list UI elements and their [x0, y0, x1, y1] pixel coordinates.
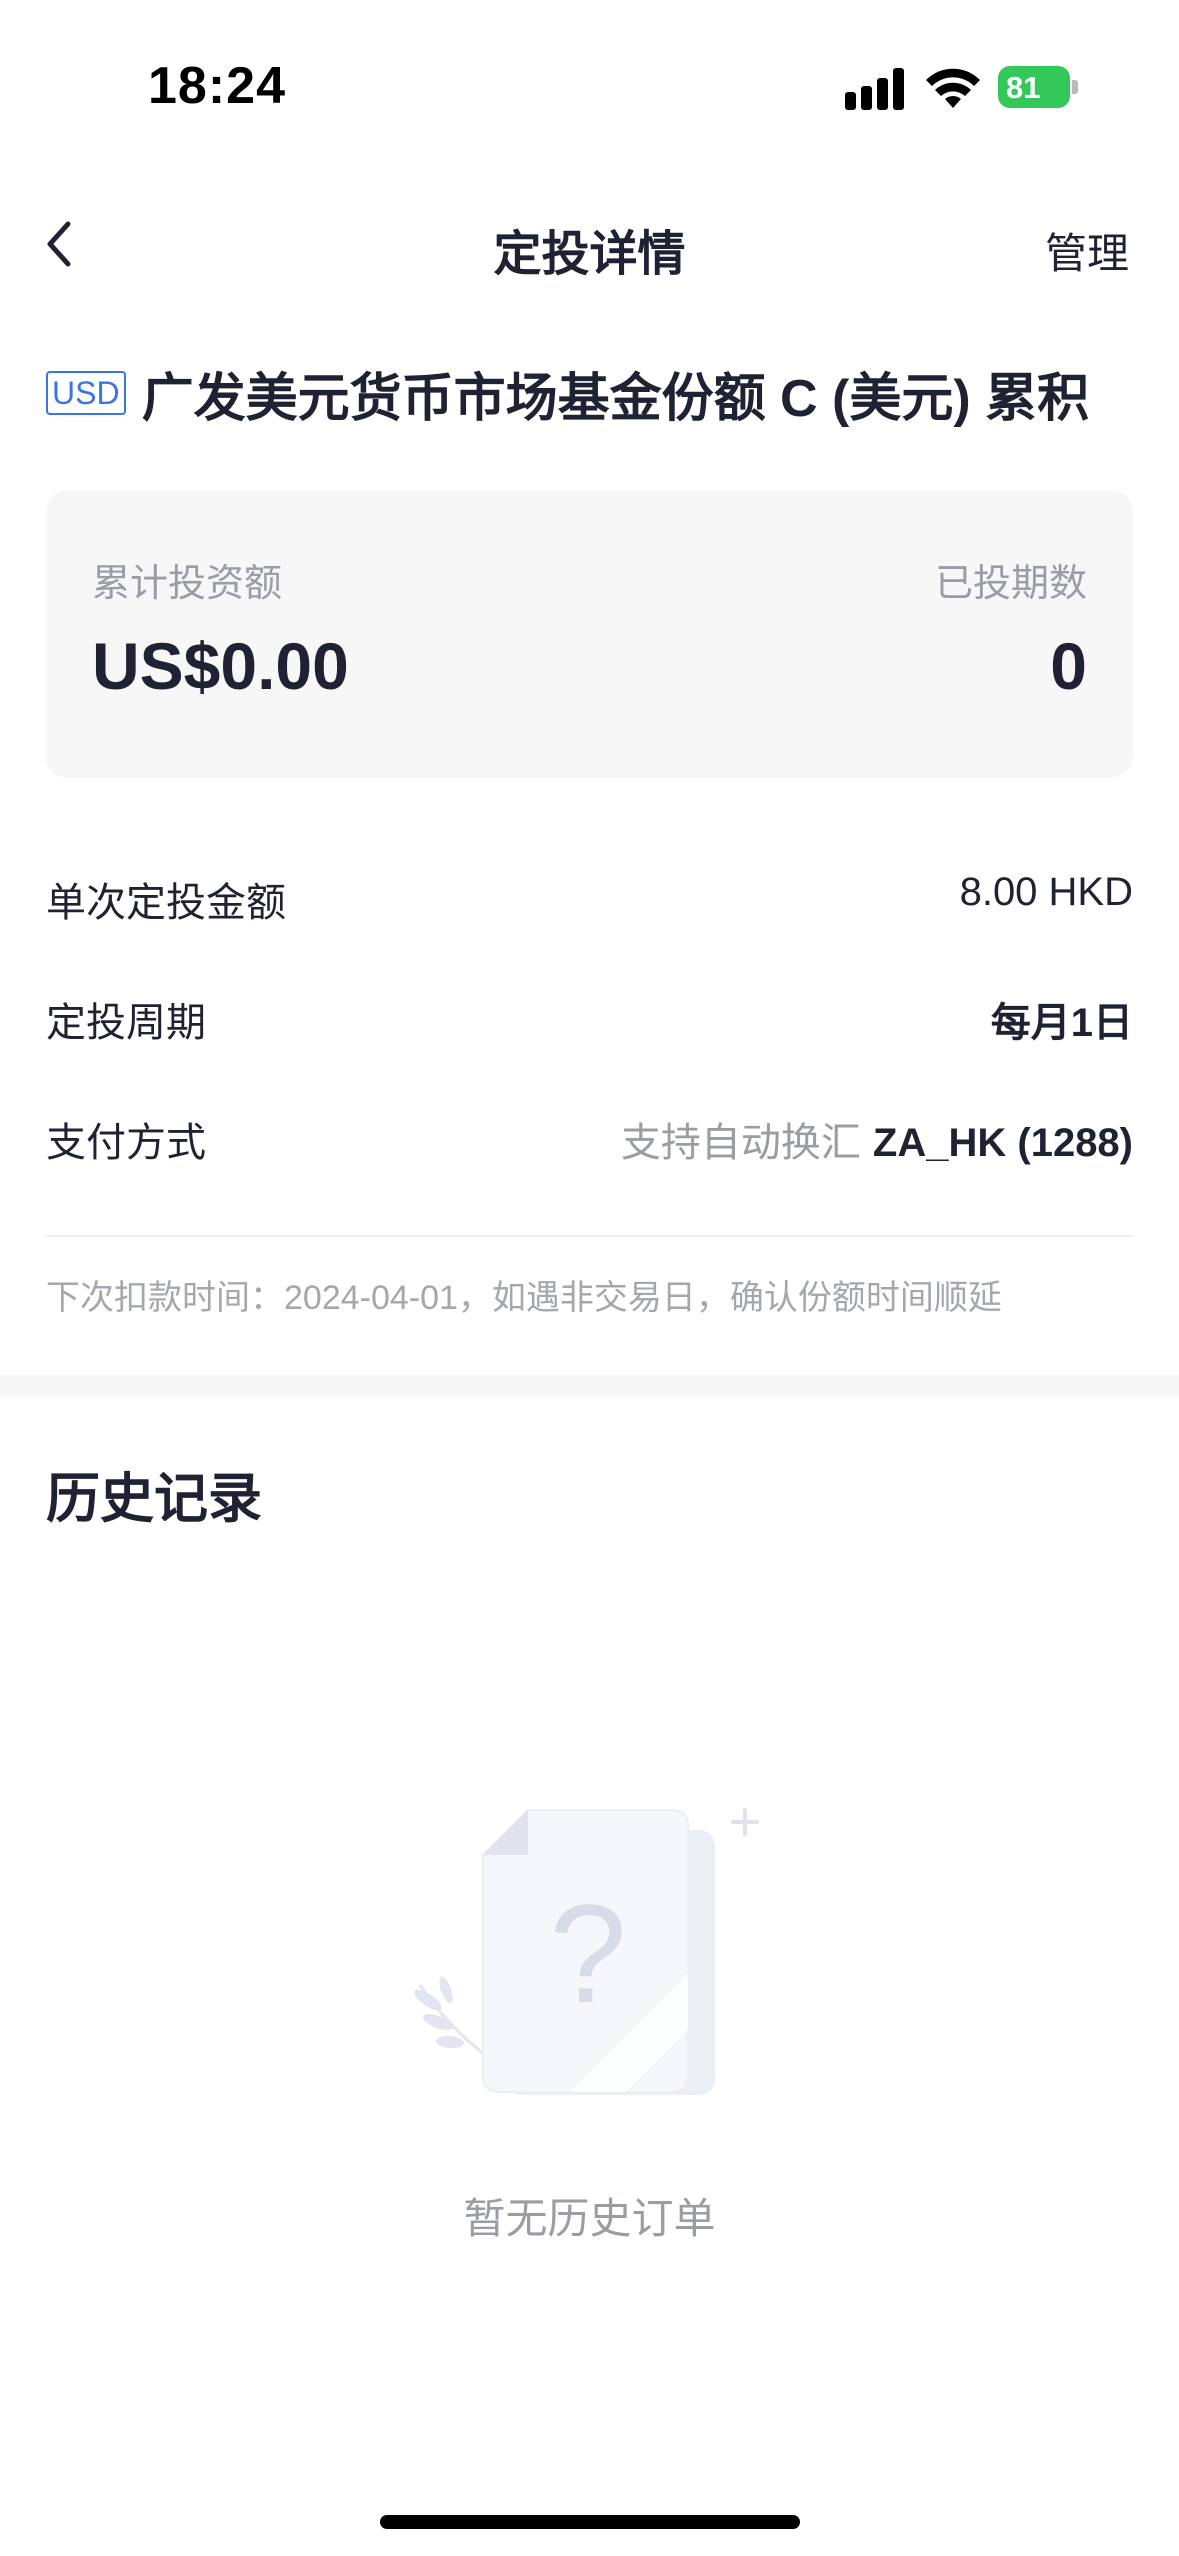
fund-header: USD 广发美元货币市场基金份额 C (美元) 累积 [46, 358, 1146, 428]
next-deduction-note: 下次扣款时间：2024-04-01，如遇非交易日，确认份额时间顺延 [46, 1279, 1002, 1317]
detail-label: 单次定投金额 [46, 881, 286, 925]
svg-text:?: ? [549, 1875, 627, 2032]
detail-row-cycle: 定投周期 每月1日 [46, 990, 1133, 1050]
nav-bar: 定投详情 管理 [0, 190, 1179, 300]
total-invested-label: 累计投资额 [92, 563, 283, 605]
payment-method: 支持自动换汇 ZA_HK (1288) [621, 1110, 1133, 1168]
history-section-title: 历史记录 [46, 1469, 262, 1529]
divider [46, 1235, 1133, 1237]
detail-row-amount: 单次定投金额 8.00 HKD [46, 870, 1133, 930]
section-separator [0, 1375, 1179, 1397]
detail-value: 8.00 HKD [959, 870, 1133, 914]
cellular-signal-icon [845, 68, 907, 110]
total-invested-value: US$0.00 [92, 629, 349, 703]
home-indicator[interactable] [380, 2515, 800, 2529]
battery-icon: 81 [998, 66, 1078, 108]
battery-level: 81 [1006, 70, 1041, 105]
detail-label: 支付方式 [46, 1121, 206, 1165]
wifi-icon [926, 68, 980, 108]
detail-row-payment: 支付方式 支持自动换汇 ZA_HK (1288) [46, 1110, 1133, 1170]
page-title: 定投详情 [493, 228, 686, 281]
payment-account: ZA_HK (1288) [872, 1121, 1133, 1165]
periods-value: 0 [1050, 629, 1087, 703]
manage-button[interactable]: 管理 [1045, 220, 1129, 281]
currency-badge: USD [46, 371, 126, 415]
status-bar: 18:24 81 [0, 0, 1179, 160]
detail-label: 定投周期 [46, 1001, 206, 1045]
summary-card: 累计投资额 已投期数 US$0.00 0 [46, 490, 1133, 778]
empty-state-text: 暂无历史订单 [463, 2195, 716, 2242]
auto-exchange-note: 支持自动换汇 [620, 1121, 861, 1165]
status-time: 18:24 [148, 57, 286, 115]
fund-name: 广发美元货币市场基金份额 C (美元) 累积 [141, 369, 1090, 428]
periods-label: 已投期数 [934, 563, 1087, 605]
detail-value: 每月1日 [990, 1001, 1133, 1045]
empty-document-icon: ? [414, 1808, 759, 2095]
